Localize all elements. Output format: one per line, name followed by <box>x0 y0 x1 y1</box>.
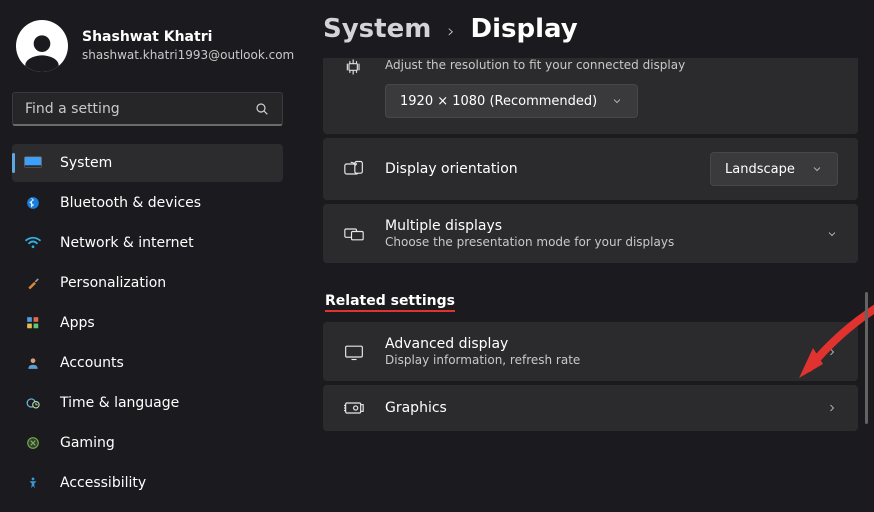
search-icon <box>254 101 270 117</box>
sidebar-item-time[interactable]: Time & language <box>12 384 283 422</box>
gaming-icon <box>24 436 42 450</box>
scrollbar-thumb[interactable] <box>865 292 868 424</box>
clock-globe-icon <box>24 396 42 410</box>
multiple-displays-icon <box>343 225 365 243</box>
related-settings-heading: Related settings <box>325 293 455 312</box>
card-display-resolution[interactable]: Adjust the resolution to fit your connec… <box>323 58 858 134</box>
sidebar-item-accessibility[interactable]: Accessibility <box>12 464 283 502</box>
sidebar-item-label: Network & internet <box>60 235 194 251</box>
chevron-right-icon <box>826 346 838 358</box>
advanced-display-icon <box>343 343 365 361</box>
sidebar: Shashwat Khatri shashwat.khatri1993@outl… <box>0 0 295 512</box>
search-input[interactable]: Find a setting <box>12 92 283 126</box>
resolution-sub: Adjust the resolution to fit your connec… <box>385 58 838 72</box>
accessibility-icon <box>24 476 42 490</box>
profile-email: shashwat.khatri1993@outlook.com <box>82 47 294 63</box>
sidebar-item-accounts[interactable]: Accounts <box>12 344 283 382</box>
orientation-dropdown[interactable]: Landscape <box>710 152 838 186</box>
multiple-sub: Choose the presentation mode for your di… <box>385 235 806 249</box>
card-graphics[interactable]: Graphics <box>323 385 858 431</box>
profile-text: Shashwat Khatri shashwat.khatri1993@outl… <box>82 28 294 63</box>
card-display-orientation[interactable]: Display orientation Landscape <box>323 138 858 200</box>
sidebar-item-bluetooth[interactable]: Bluetooth & devices <box>12 184 283 222</box>
accounts-icon <box>24 356 42 370</box>
resolution-value: 1920 × 1080 (Recommended) <box>400 94 597 109</box>
orientation-title: Display orientation <box>385 161 690 177</box>
user-icon <box>22 32 62 72</box>
graphics-title: Graphics <box>385 400 806 416</box>
card-advanced-display[interactable]: Advanced display Display information, re… <box>323 322 858 381</box>
sidebar-item-apps[interactable]: Apps <box>12 304 283 342</box>
sidebar-item-label: Accounts <box>60 355 124 371</box>
sidebar-item-label: Apps <box>60 315 95 331</box>
profile-name: Shashwat Khatri <box>82 28 294 47</box>
advanced-sub: Display information, refresh rate <box>385 353 806 367</box>
sidebar-item-network[interactable]: Network & internet <box>12 224 283 262</box>
sidebar-item-label: Time & language <box>60 395 179 411</box>
bluetooth-icon <box>24 196 42 210</box>
sidebar-item-label: System <box>60 155 112 171</box>
graphics-icon <box>343 399 365 417</box>
page-title: Display <box>471 14 578 44</box>
chevron-right-icon <box>826 402 838 414</box>
chevron-right-icon: › <box>447 21 454 42</box>
main-panel: System › Display Adjust the resolution t… <box>295 0 874 512</box>
sidebar-item-label: Personalization <box>60 275 166 291</box>
sidebar-item-system[interactable]: System <box>12 144 283 182</box>
chevron-down-icon <box>611 95 623 107</box>
sidebar-item-label: Bluetooth & devices <box>60 195 201 211</box>
resolution-dropdown[interactable]: 1920 × 1080 (Recommended) <box>385 84 638 118</box>
orientation-icon <box>343 160 365 178</box>
chevron-down-icon <box>811 163 823 175</box>
search-placeholder: Find a setting <box>25 101 254 117</box>
wifi-icon <box>24 236 42 250</box>
settings-content: Adjust the resolution to fit your connec… <box>323 58 858 512</box>
multiple-title: Multiple displays <box>385 218 806 234</box>
resolution-icon <box>343 58 365 118</box>
advanced-title: Advanced display <box>385 336 806 352</box>
monitor-icon <box>24 156 42 170</box>
breadcrumb: System › Display <box>323 14 846 44</box>
sidebar-item-label: Accessibility <box>60 475 146 491</box>
sidebar-item-personalization[interactable]: Personalization <box>12 264 283 302</box>
profile-block[interactable]: Shashwat Khatri shashwat.khatri1993@outl… <box>12 14 283 86</box>
sidebar-item-gaming[interactable]: Gaming <box>12 424 283 462</box>
sidebar-nav: System Bluetooth & devices Network & int… <box>12 144 283 502</box>
brush-icon <box>24 276 42 290</box>
orientation-value: Landscape <box>725 162 795 177</box>
avatar <box>16 20 68 72</box>
sidebar-item-label: Gaming <box>60 435 115 451</box>
breadcrumb-parent[interactable]: System <box>323 14 431 44</box>
card-multiple-displays[interactable]: Multiple displays Choose the presentatio… <box>323 204 858 263</box>
chevron-down-icon <box>826 228 838 240</box>
apps-icon <box>24 316 42 330</box>
